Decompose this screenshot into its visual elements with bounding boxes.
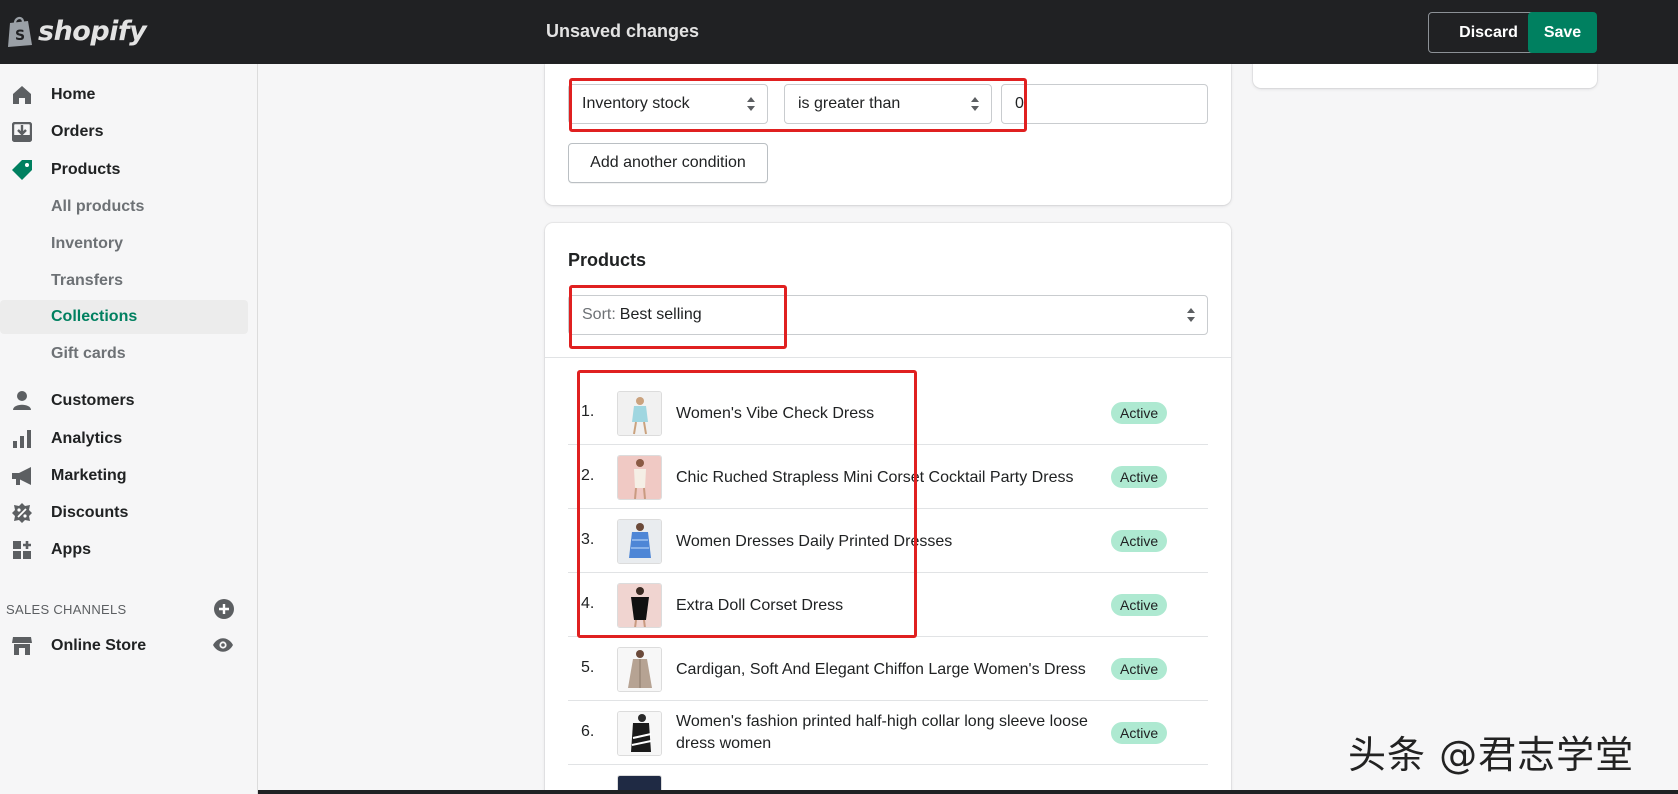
sidebar-item-collections[interactable]: Collections: [0, 300, 248, 334]
add-another-condition-button[interactable]: Add another condition: [568, 143, 768, 183]
sidebar-item-orders[interactable]: Orders: [0, 115, 248, 149]
bar-chart-icon: [11, 428, 33, 450]
status-badge: Active: [1111, 594, 1168, 616]
status-badge: Active: [1111, 530, 1168, 552]
megaphone-icon: [11, 465, 33, 487]
sidebar-item-discounts[interactable]: Discounts: [0, 496, 248, 530]
row-number: 5.: [581, 659, 595, 676]
product-name[interactable]: Cardigan, Soft And Elegant Chiffon Large…: [676, 659, 1096, 681]
card-divider: [545, 357, 1231, 358]
sales-channels-heading: SALES CHANNELS: [6, 602, 127, 617]
shopify-bag-icon: S: [8, 16, 32, 47]
tag-icon: [11, 159, 33, 181]
logo-text: shopify: [38, 15, 147, 47]
sidebar-item-label: Orders: [51, 123, 104, 140]
sidebar-item-label: Products: [51, 161, 121, 178]
person-icon: [11, 390, 33, 412]
product-row[interactable]: 6. Women's fashion printed half-high col…: [568, 701, 1208, 765]
product-thumbnail: [617, 711, 662, 756]
sidebar-item-apps[interactable]: Apps: [0, 533, 248, 567]
product-row[interactable]: 5. Cardigan, Soft And Elegant Chiffon La…: [568, 637, 1208, 701]
top-bar: S shopify Unsaved changes Discard Save: [0, 0, 1678, 64]
unsaved-changes-title: Unsaved changes: [546, 21, 700, 41]
products-card-title: Products: [568, 250, 647, 270]
sidebar: Home Orders Products All products Invent…: [0, 64, 258, 794]
sidebar-item-all-products[interactable]: All products: [0, 190, 248, 224]
sidebar-item-label: Analytics: [51, 430, 123, 447]
svg-text:S: S: [15, 28, 25, 44]
bottom-strip: [258, 790, 1678, 794]
watermark: 头条 @君志学堂: [1348, 733, 1635, 777]
orders-icon: [11, 121, 33, 143]
annotation-box-conditions: [569, 78, 1027, 132]
annotation-box-sort: [569, 285, 787, 349]
add-sales-channel-icon[interactable]: [214, 599, 234, 619]
store-icon: [11, 635, 33, 657]
status-badge: Active: [1111, 402, 1168, 424]
condition-value-input[interactable]: 0: [1001, 84, 1208, 124]
sidebar-item-label: Gift cards: [51, 345, 126, 362]
product-thumbnail: [617, 647, 662, 692]
sidebar-item-marketing[interactable]: Marketing: [0, 459, 248, 493]
sidebar-item-label: Customers: [51, 392, 135, 409]
sidebar-item-label: Apps: [51, 541, 91, 558]
sidebar-item-gift-cards[interactable]: Gift cards: [0, 337, 248, 371]
sidebar-item-customers[interactable]: Customers: [0, 384, 248, 418]
product-name[interactable]: Women's fashion printed half-high collar…: [676, 711, 1096, 755]
shopify-logo[interactable]: S shopify: [6, 14, 147, 48]
select-caret-icon: [1187, 308, 1195, 322]
sidebar-item-label: Home: [51, 86, 96, 103]
eye-icon[interactable]: [212, 637, 234, 653]
status-badge: Active: [1111, 658, 1168, 680]
discount-icon: [11, 502, 33, 524]
apps-icon: [11, 539, 33, 561]
annotation-box-top-products: [577, 370, 917, 638]
sidebar-item-transfers[interactable]: Transfers: [0, 264, 248, 298]
status-badge: Active: [1111, 466, 1168, 488]
sidebar-item-label: Discounts: [51, 504, 129, 521]
sidebar-item-analytics[interactable]: Analytics: [0, 422, 248, 456]
sidebar-item-products[interactable]: Products: [0, 153, 248, 187]
sidebar-item-label: Inventory: [51, 235, 124, 252]
status-badge: Active: [1111, 722, 1168, 744]
home-icon: [11, 84, 33, 106]
sidebar-item-inventory[interactable]: Inventory: [0, 227, 248, 261]
row-number: 6.: [581, 723, 595, 740]
sidebar-item-label: Online Store: [51, 637, 147, 654]
sidebar-item-label: Collections: [51, 308, 138, 325]
sidebar-item-label: Transfers: [51, 272, 124, 289]
save-button[interactable]: Save: [1528, 12, 1597, 53]
sidebar-item-label: All products: [51, 198, 145, 215]
sidebar-item-online-store[interactable]: Online Store: [0, 629, 248, 663]
side-card: [1253, 64, 1597, 88]
sidebar-item-home[interactable]: Home: [0, 78, 248, 112]
sidebar-item-label: Marketing: [51, 467, 127, 484]
